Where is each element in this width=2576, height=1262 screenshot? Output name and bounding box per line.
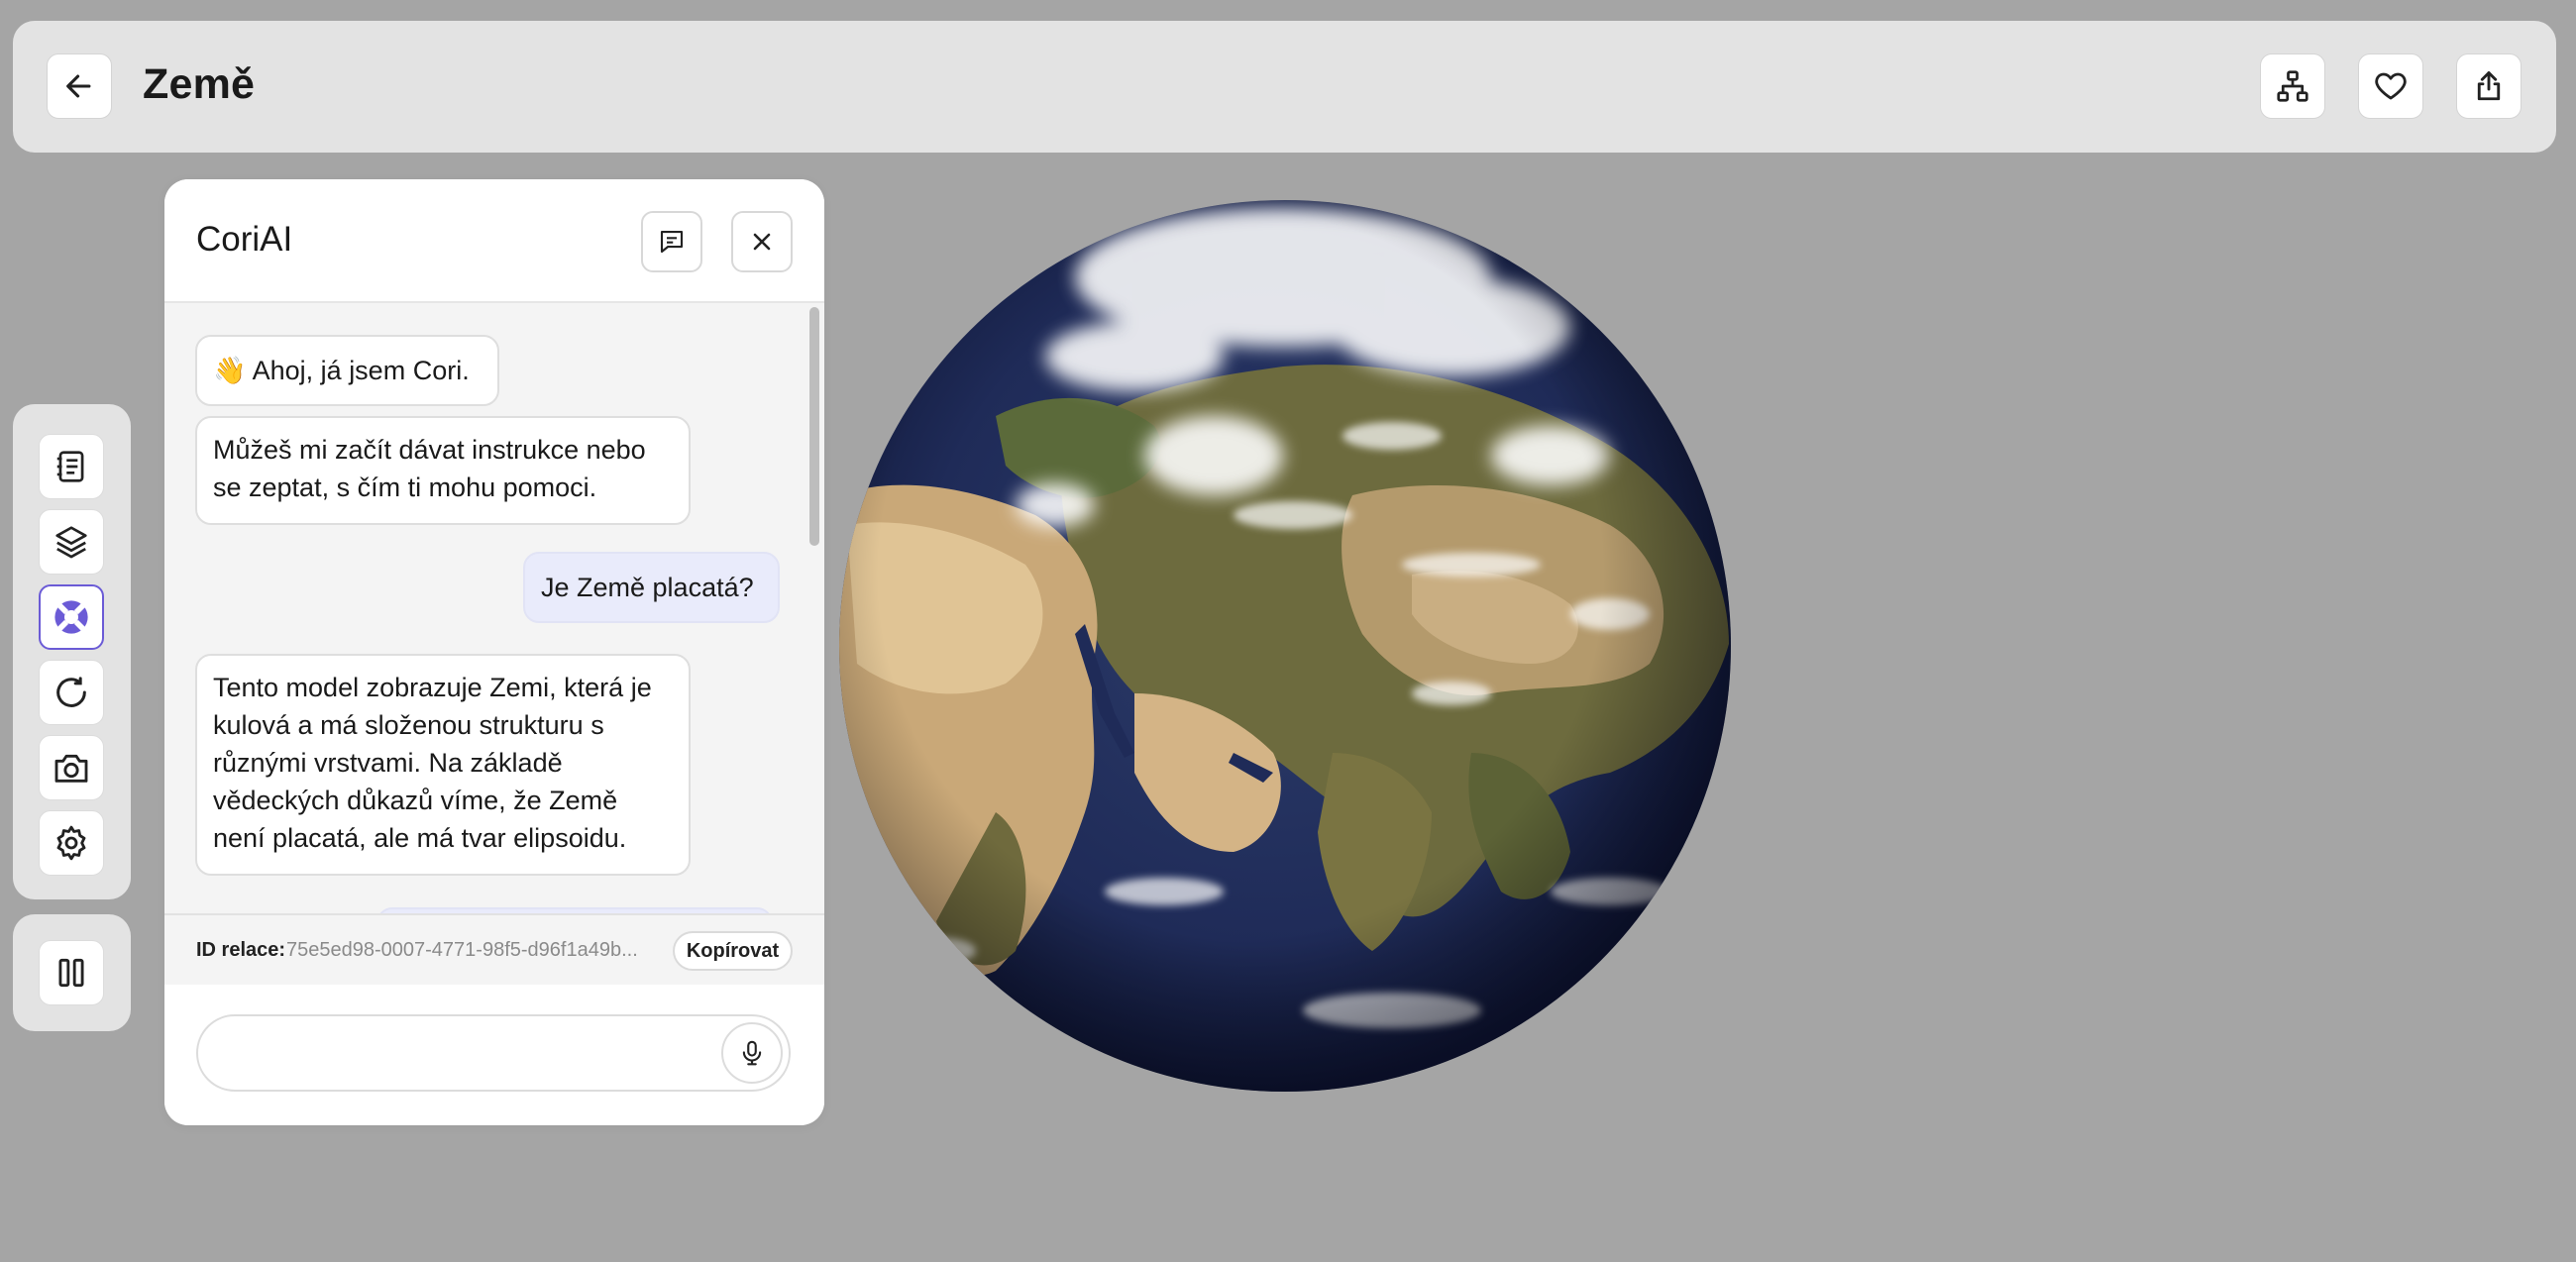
message-input[interactable] [196,1014,791,1092]
help-button[interactable] [39,584,104,650]
ai-message: 👋 Ahoj, já jsem Cori. [195,335,499,406]
screenshot-button[interactable] [39,735,104,800]
scrollbar-thumb[interactable] [809,307,819,546]
layers-button[interactable] [39,509,104,575]
chat-header: CoriAI [164,179,824,303]
pause-button[interactable] [39,940,104,1005]
copy-session-button[interactable]: Kopírovat [673,931,793,971]
reset-button[interactable] [39,660,104,725]
favorite-button[interactable] [2358,53,2423,119]
playback-panel [13,914,131,1031]
camera-icon [54,754,88,783]
layers-icon [55,526,87,559]
hierarchy-icon [2277,70,2308,102]
share-icon [2477,71,2501,101]
notebook-icon [56,451,84,482]
top-bar: Země [13,21,2556,153]
microphone-icon [742,1040,762,1066]
session-bar: ID relace: 75e5ed98-0007-4771-98f5-d96f1… [164,913,824,988]
help-buoy-icon [54,600,88,634]
tool-sidebar [13,404,131,899]
chat-title: CoriAI [196,220,293,259]
close-chat-button[interactable] [731,211,793,272]
user-message: Je Země placatá? [523,552,780,623]
pause-icon [58,958,84,988]
settings-icon [56,825,86,861]
notebook-button[interactable] [39,434,104,499]
session-label: ID relace: [196,939,286,961]
ai-message: Můžeš mi začít dávat instrukce nebo se z… [195,416,691,525]
reset-icon [56,677,86,707]
session-id: 75e5ed98-0007-4771-98f5-d96f1a49b... [286,939,638,961]
earth-globe-model[interactable] [837,198,1733,1094]
structure-button[interactable] [2260,53,2325,119]
share-button[interactable] [2456,53,2522,119]
composer [164,985,824,1125]
chat-panel: CoriAI 👋 Ahoj, já jsem Cori. Můžeš mi za… [164,179,824,1125]
heart-icon [2375,72,2407,100]
settings-button[interactable] [39,810,104,876]
back-button[interactable] [47,53,112,119]
microphone-button[interactable] [721,1022,783,1084]
close-icon [753,233,771,251]
chat-bubble-icon [660,230,684,254]
new-chat-button[interactable] [641,211,702,272]
ai-message: Tento model zobrazuje Zemi, která je kul… [195,654,691,876]
arrow-left-icon [66,74,91,98]
page-title: Země [143,60,256,108]
